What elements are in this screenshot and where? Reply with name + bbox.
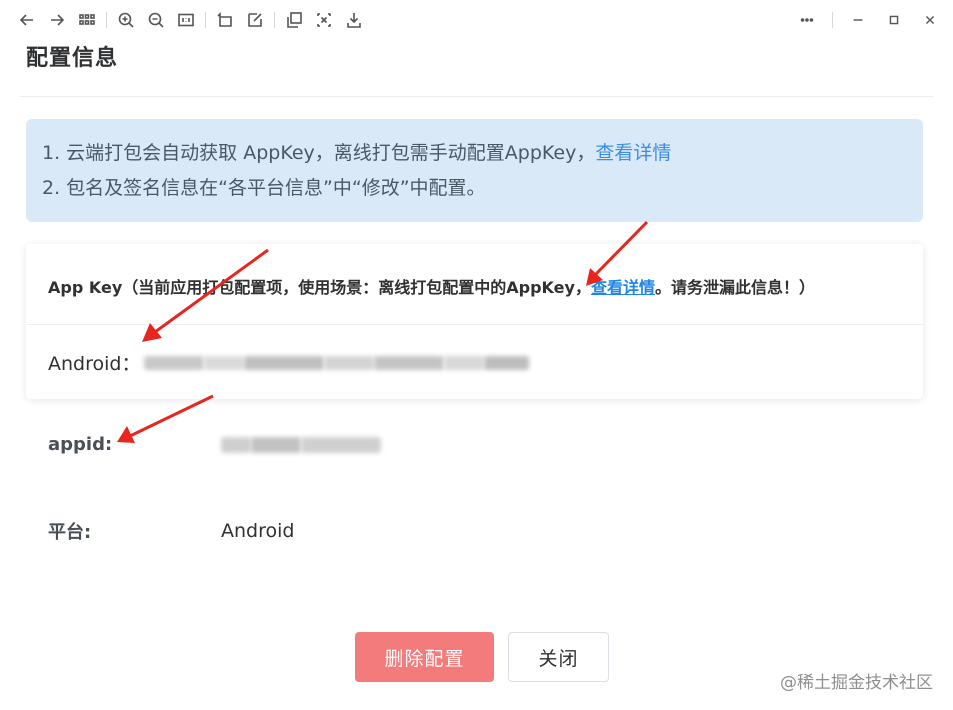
- edit-icon[interactable]: [240, 5, 270, 35]
- appkey-android-row: Android：: [26, 325, 923, 376]
- appkey-header-text: App Key（当前应用打包配置项，使用场景：离线打包配置中的AppKey，: [48, 278, 591, 297]
- watermark: @稀土掘金技术社区: [780, 673, 933, 693]
- toolbar-divider: [274, 12, 275, 28]
- minimize-icon[interactable]: [843, 5, 873, 35]
- toolbar-divider: [106, 12, 107, 28]
- appid-label: appid:: [48, 434, 113, 455]
- info-alert: 1. 云端打包会自动获取 AppKey，离线打包需手动配置AppKey，查看详情…: [26, 119, 923, 222]
- appid-row: appid:: [48, 434, 381, 455]
- appkey-card-header: App Key（当前应用打包配置项，使用场景：离线打包配置中的AppKey，查看…: [26, 244, 923, 325]
- info-detail-link[interactable]: 查看详情: [595, 142, 671, 164]
- info-line-2: 2. 包名及签名信息在“各平台信息”中“修改”中配置。: [42, 177, 486, 199]
- appkey-detail-link[interactable]: 查看详情: [591, 278, 655, 297]
- toolbar-divider: [832, 12, 833, 28]
- more-icon[interactable]: [792, 5, 822, 35]
- appkey-card: App Key（当前应用打包配置项，使用场景：离线打包配置中的AppKey，查看…: [26, 244, 923, 399]
- android-appkey-redacted: [144, 355, 530, 370]
- back-icon[interactable]: [12, 5, 42, 35]
- config-dialog: 配置信息 1. 云端打包会自动获取 AppKey，离线打包需手动配置AppKey…: [0, 0, 953, 710]
- platform-row: 平台: Android: [48, 518, 294, 544]
- zoom-out-icon[interactable]: [141, 5, 171, 35]
- grid-icon[interactable]: [72, 5, 102, 35]
- zoom-in-icon[interactable]: [111, 5, 141, 35]
- toolbar-divider: [205, 12, 206, 28]
- info-line-1: 1. 云端打包会自动获取 AppKey，离线打包需手动配置AppKey，查看详情: [42, 139, 907, 174]
- copy-icon[interactable]: [279, 5, 309, 35]
- maximize-icon[interactable]: [879, 5, 909, 35]
- title-divider: [20, 96, 933, 97]
- close-button[interactable]: 关闭: [508, 632, 609, 682]
- forward-icon[interactable]: [42, 5, 72, 35]
- actual-size-icon[interactable]: [171, 5, 201, 35]
- info-line-1-text: 1. 云端打包会自动获取 AppKey，离线打包需手动配置AppKey，: [42, 142, 596, 164]
- viewer-toolbar: [0, 0, 953, 40]
- delete-config-button[interactable]: 删除配置: [355, 632, 494, 682]
- appid-value-redacted: [221, 436, 381, 453]
- close-icon[interactable]: [915, 5, 945, 35]
- rotate-icon[interactable]: [210, 5, 240, 35]
- crop-icon[interactable]: [309, 5, 339, 35]
- platform-label: 平台:: [48, 522, 92, 543]
- page-title: 配置信息: [26, 46, 119, 71]
- window-controls: [792, 5, 945, 35]
- android-label: Android：: [48, 353, 141, 375]
- appkey-header-tail: 。请务泄漏此信息！）: [654, 278, 815, 297]
- platform-value: Android: [221, 520, 295, 542]
- download-icon[interactable]: [339, 5, 369, 35]
